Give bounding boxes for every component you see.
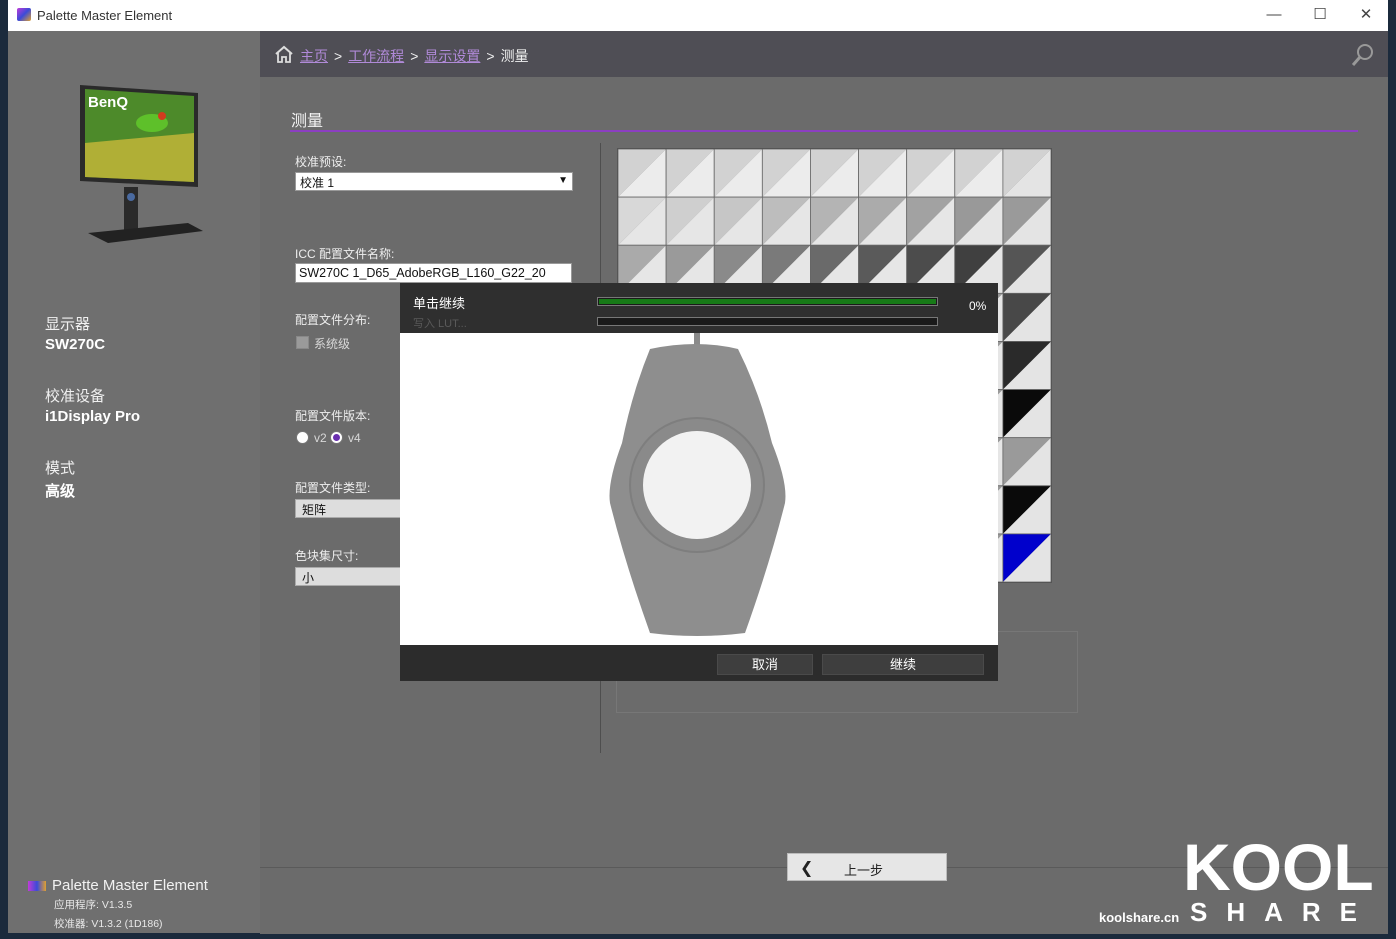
mode-value: 高级	[45, 483, 76, 500]
app-palette-icon	[17, 8, 31, 21]
svg-text:KOOL: KOOL	[1183, 830, 1374, 898]
dialog-header: 单击继续 写入 LUT... 0%	[400, 283, 998, 333]
crumb-current: 测量	[500, 48, 529, 64]
crumb-sep: >	[334, 48, 343, 64]
distribution-label: 配置文件分布:	[295, 313, 371, 327]
page-title: 测量	[291, 113, 324, 130]
display-value: SW270C	[45, 336, 106, 353]
colorimeter-image	[609, 285, 786, 636]
breadcrumb-bar: 主页 > 工作流程 > 显示设置 > 测量	[260, 31, 1388, 77]
search-icon[interactable]	[1350, 42, 1376, 68]
dialog-subtitle: 写入 LUT...	[413, 318, 467, 330]
crumb-home[interactable]: 主页	[300, 48, 328, 64]
crumb-display-settings[interactable]: 显示设置	[424, 48, 480, 64]
monitor-image: BenQ	[80, 85, 203, 243]
profile-type-field[interactable]: 矩阵	[295, 499, 405, 518]
chevron-down-icon: ▼	[558, 175, 568, 186]
device-label: 校准设备	[45, 388, 106, 405]
watermark-kool-logo: KOOL	[1183, 830, 1374, 898]
window-title: Palette Master Element	[37, 8, 173, 23]
brand-logo-icon	[28, 881, 46, 892]
version-v4-radio[interactable]	[330, 431, 343, 444]
dialog-body	[400, 285, 998, 645]
icc-label: ICC 配置文件名称:	[295, 247, 395, 261]
system-level-checkbox[interactable]	[296, 336, 309, 349]
minimize-button[interactable]: —	[1251, 0, 1297, 31]
profile-type-label: 配置文件类型:	[295, 481, 371, 495]
crumb-sep: >	[410, 48, 419, 64]
system-level-label: 系统级	[314, 337, 351, 351]
version-v2-label: v2	[314, 431, 327, 445]
chevron-left-icon: ❮	[800, 860, 814, 877]
close-button[interactable]: ✕	[1343, 0, 1389, 31]
progress-fill	[599, 299, 936, 304]
device-value: i1Display Pro	[45, 408, 141, 425]
breadcrumb: 主页 > 工作流程 > 显示设置 > 测量	[300, 46, 529, 66]
version-label: 配置文件版本:	[295, 409, 371, 423]
progress-percent: 0%	[969, 299, 987, 313]
dialog-title: 单击继续	[413, 296, 466, 311]
preset-label: 校准预设:	[295, 155, 347, 169]
sidebar: BenQ 显示器 SW270C 校准设备 i1Display Pro 模式 高级…	[8, 31, 261, 933]
display-label: 显示器	[45, 316, 91, 333]
icc-name-input[interactable]: SW270C 1_D65_AdobeRGB_L160_G22_20	[295, 263, 572, 283]
title-bar: Palette Master Element — ☐ ✕	[8, 0, 1388, 31]
svg-text:BenQ: BenQ	[88, 94, 128, 111]
preset-select[interactable]: 校准 1 ▼	[295, 172, 573, 191]
progress-bar-main	[597, 297, 938, 306]
app-version: 应用程序: V1.3.5	[54, 899, 133, 911]
crumb-sep: >	[486, 48, 495, 64]
home-icon[interactable]	[274, 45, 294, 63]
back-button[interactable]: ❮ 上一步	[787, 853, 947, 881]
mode-label: 模式	[45, 460, 76, 477]
patch-size-label: 色块集尺寸:	[295, 549, 359, 563]
maximize-button[interactable]: ☐	[1297, 0, 1343, 31]
progress-bar-secondary	[597, 317, 938, 326]
version-v2-radio[interactable]	[296, 431, 309, 444]
crumb-workflow[interactable]: 工作流程	[348, 48, 404, 64]
cancel-button[interactable]: 取消	[717, 654, 813, 675]
version-v4-label: v4	[348, 431, 361, 445]
watermark-site: koolshare.cn	[1099, 910, 1180, 925]
continue-button[interactable]: 继续	[822, 654, 984, 675]
measure-dialog: 单击继续 写入 LUT... 0% 取消 继续	[400, 283, 998, 681]
calibrator-version: 校准器: V1.3.2 (1D186)	[54, 918, 163, 930]
brand-name: Palette Master Element	[28, 877, 208, 894]
title-underline	[290, 130, 1358, 132]
patch-size-field[interactable]: 小	[295, 567, 405, 586]
watermark-share: SHARE	[1190, 897, 1377, 927]
